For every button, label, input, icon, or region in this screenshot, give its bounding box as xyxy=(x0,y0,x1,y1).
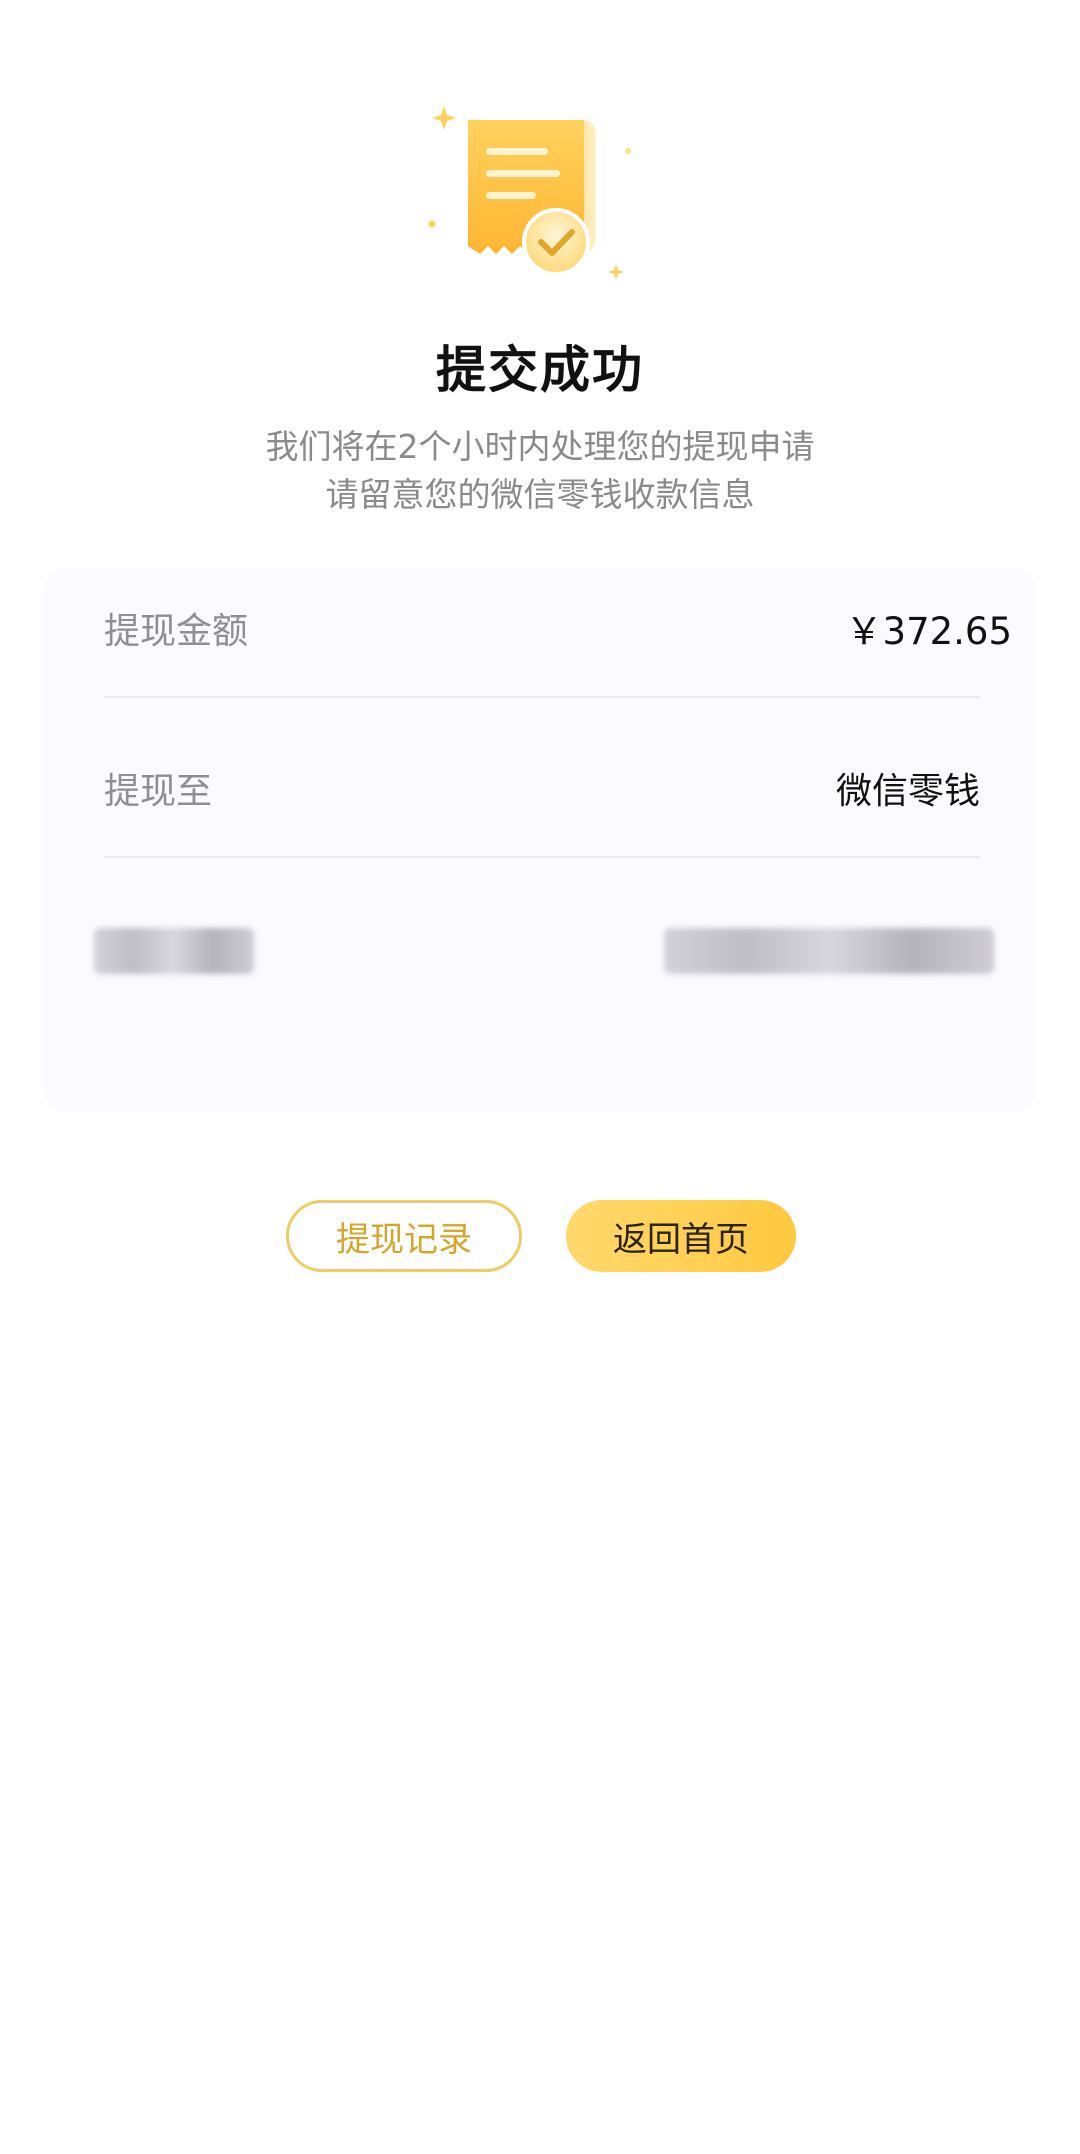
withdrawal-records-button[interactable]: 提现记录 xyxy=(286,1200,522,1272)
row-divider xyxy=(104,696,980,698)
destination-row: 提现至 微信零钱 xyxy=(104,738,980,838)
amount-row: 提现金额 ￥372.65 xyxy=(104,578,1012,678)
destination-value: 微信零钱 xyxy=(835,771,980,812)
receipt-check-icon xyxy=(428,106,631,280)
redacted-label xyxy=(94,928,254,974)
redacted-value xyxy=(664,928,994,974)
amount-value: ￥372.65 xyxy=(845,610,1012,653)
subtitle-attention-note: 请留意您的微信零钱收款信息 xyxy=(325,475,755,514)
amount-label: 提现金额 xyxy=(104,611,249,652)
subtitle-processing-note: 我们将在2个小时内处理您的提现申请 xyxy=(265,427,815,466)
back-to-home-button[interactable]: 返回首页 xyxy=(566,1200,796,1272)
row-divider xyxy=(104,856,980,858)
page-title: 提交成功 xyxy=(436,341,644,399)
withdrawal-detail-card: 提现金额 ￥372.65 提现至 微信零钱 xyxy=(44,568,1036,1112)
destination-label: 提现至 xyxy=(104,771,213,812)
